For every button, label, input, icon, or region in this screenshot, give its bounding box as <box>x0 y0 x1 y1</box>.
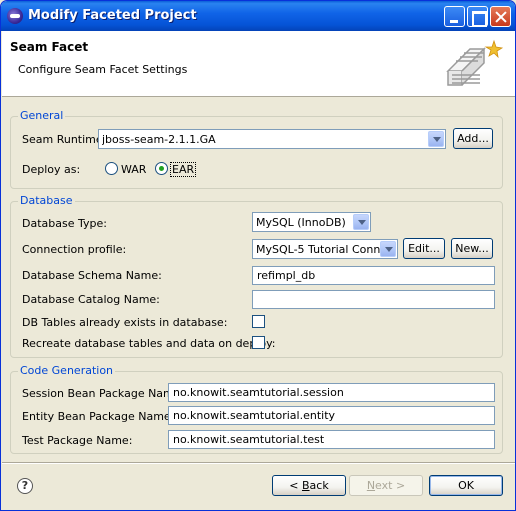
deploy-as-label: Deploy as: <box>22 163 81 176</box>
maximize-icon[interactable] <box>467 6 488 27</box>
chevron-down-icon[interactable] <box>353 214 369 230</box>
eclipse-icon <box>7 8 23 24</box>
session-package-label: Session Bean Package Name: <box>22 387 185 400</box>
codegen-group-label: Code Generation <box>18 364 116 377</box>
catalog-name-input[interactable] <box>252 290 495 309</box>
next-button[interactable]: Next > <box>349 475 423 496</box>
back-button-mnemonic: B <box>302 479 310 492</box>
recreate-tables-checkbox[interactable] <box>252 336 265 349</box>
seam-runtime-label: Seam Runtime: <box>22 133 107 146</box>
next-button-mnemonic: N <box>366 479 376 492</box>
database-group-label: Database <box>18 194 75 207</box>
page-subtitle: Configure Seam Facet Settings <box>18 63 188 76</box>
db-type-value: MySQL (InnoDB) <box>256 216 346 229</box>
connection-profile-value: MySQL-5 Tutorial Connect <box>256 243 380 256</box>
deploy-ear-radio[interactable] <box>155 162 168 175</box>
entity-package-label: Entity Bean Package Name: <box>22 410 175 423</box>
tables-exist-label: DB Tables already exists in database: <box>22 316 228 329</box>
edit-profile-button[interactable]: Edit... <box>403 238 445 259</box>
connection-profile-label: Connection profile: <box>22 243 127 256</box>
entity-package-input[interactable]: no.knowit.seamtutorial.entity <box>168 406 495 425</box>
window-title: Modify Faceted Project <box>28 8 197 23</box>
page-title: Seam Facet <box>10 40 89 54</box>
recreate-tables-label: Recreate database tables and data on dep… <box>22 337 276 350</box>
general-group-label: General <box>18 109 66 122</box>
new-profile-button[interactable]: New... <box>451 238 493 259</box>
seam-runtime-select[interactable]: jboss-seam-2.1.1.GA <box>98 129 446 149</box>
tables-exist-checkbox[interactable] <box>252 315 265 328</box>
chevron-down-icon[interactable] <box>428 131 444 147</box>
general-group: General <box>10 109 503 189</box>
deploy-war-label[interactable]: WAR <box>121 163 146 176</box>
title-bar[interactable]: Modify Faceted Project <box>1 1 515 31</box>
catalog-name-label: Database Catalog Name: <box>22 293 160 306</box>
session-package-input[interactable]: no.knowit.seamtutorial.session <box>168 383 495 402</box>
deploy-ear-label[interactable]: EAR <box>170 162 197 177</box>
test-package-input[interactable]: no.knowit.seamtutorial.test <box>168 430 495 449</box>
db-type-label: Database Type: <box>22 217 107 230</box>
wizard-header: Seam Facet Configure Seam Facet Settings <box>2 31 515 97</box>
seam-facet-banner-icon <box>446 39 504 86</box>
schema-name-label: Database Schema Name: <box>22 269 162 282</box>
deploy-war-radio[interactable] <box>105 162 118 175</box>
help-icon[interactable]: ? <box>17 478 33 494</box>
schema-name-input[interactable]: refimpl_db <box>252 266 495 285</box>
back-button-prefix: < <box>289 479 302 492</box>
connection-profile-select[interactable]: MySQL-5 Tutorial Connect <box>252 239 398 259</box>
seam-runtime-value: jboss-seam-2.1.1.GA <box>102 133 216 146</box>
dialog-window: Modify Faceted Project Seam Facet Config… <box>0 0 516 511</box>
minimize-icon[interactable] <box>444 6 465 27</box>
add-runtime-button[interactable]: Add... <box>453 128 493 149</box>
db-type-select[interactable]: MySQL (InnoDB) <box>252 212 371 232</box>
test-package-label: Test Package Name: <box>22 434 133 447</box>
back-button-suffix: ack <box>309 479 329 492</box>
ok-button[interactable]: OK <box>429 475 503 496</box>
close-icon[interactable] <box>490 6 511 27</box>
next-button-suffix: ext > <box>375 479 406 492</box>
back-button[interactable]: < Back <box>272 475 346 496</box>
footer-divider <box>2 462 515 464</box>
chevron-down-icon[interactable] <box>380 241 396 257</box>
